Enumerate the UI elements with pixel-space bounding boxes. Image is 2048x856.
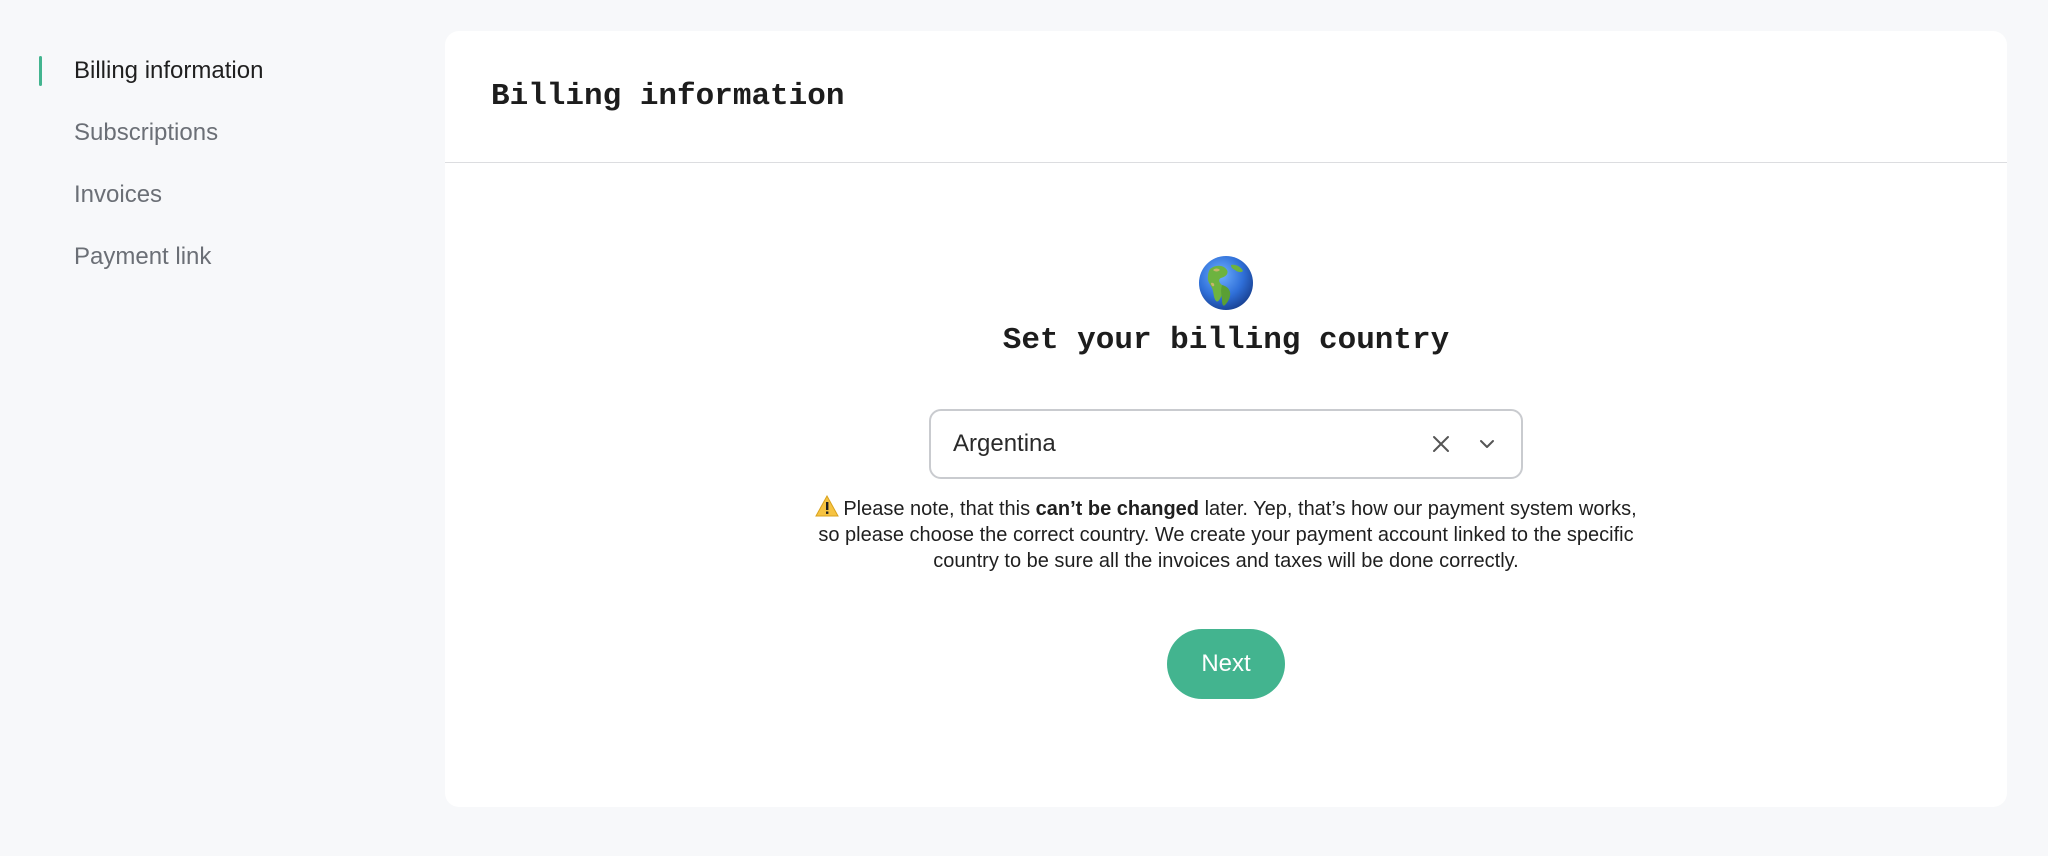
sidebar-item-label: Payment link (74, 243, 212, 270)
page-title: Billing information (491, 79, 845, 114)
country-select[interactable]: Argentina (929, 409, 1523, 479)
sidebar-item-label: Subscriptions (74, 119, 219, 146)
sidebar-item-billing-information[interactable]: Billing information (0, 40, 445, 102)
sidebar-item-label: Invoices (74, 181, 163, 208)
country-select-value: Argentina (953, 430, 1056, 457)
sidebar-nav: Billing information Subscriptions Invoic… (0, 0, 445, 856)
sidebar-item-invoices[interactable]: Invoices (0, 164, 445, 226)
card-body: Set your billing country Argentina Pleas… (445, 163, 2007, 807)
note-text-start: Please note, that this (843, 498, 1036, 520)
app-layout: Billing information Subscriptions Invoic… (0, 0, 2048, 856)
sidebar-item-subscriptions[interactable]: Subscriptions (0, 102, 445, 164)
close-icon[interactable] (1421, 424, 1461, 464)
chevron-down-icon[interactable] (1467, 424, 1507, 464)
next-button[interactable]: Next (1167, 629, 1285, 699)
card-header: Billing information (445, 31, 2007, 163)
globe-americas-icon (1199, 256, 1253, 310)
warning-icon (815, 495, 840, 517)
sidebar-item-label: Billing information (74, 57, 264, 84)
note-emphasis: can’t be changed (1035, 498, 1200, 520)
billing-country-note: Please note, that this can’t be changed … (815, 495, 1637, 574)
sidebar-item-payment-link[interactable]: Payment link (0, 226, 445, 288)
active-indicator (39, 56, 42, 86)
billing-card: Billing information Set your billing cou… (445, 31, 2007, 807)
section-heading: Set your billing country (1002, 323, 1450, 358)
